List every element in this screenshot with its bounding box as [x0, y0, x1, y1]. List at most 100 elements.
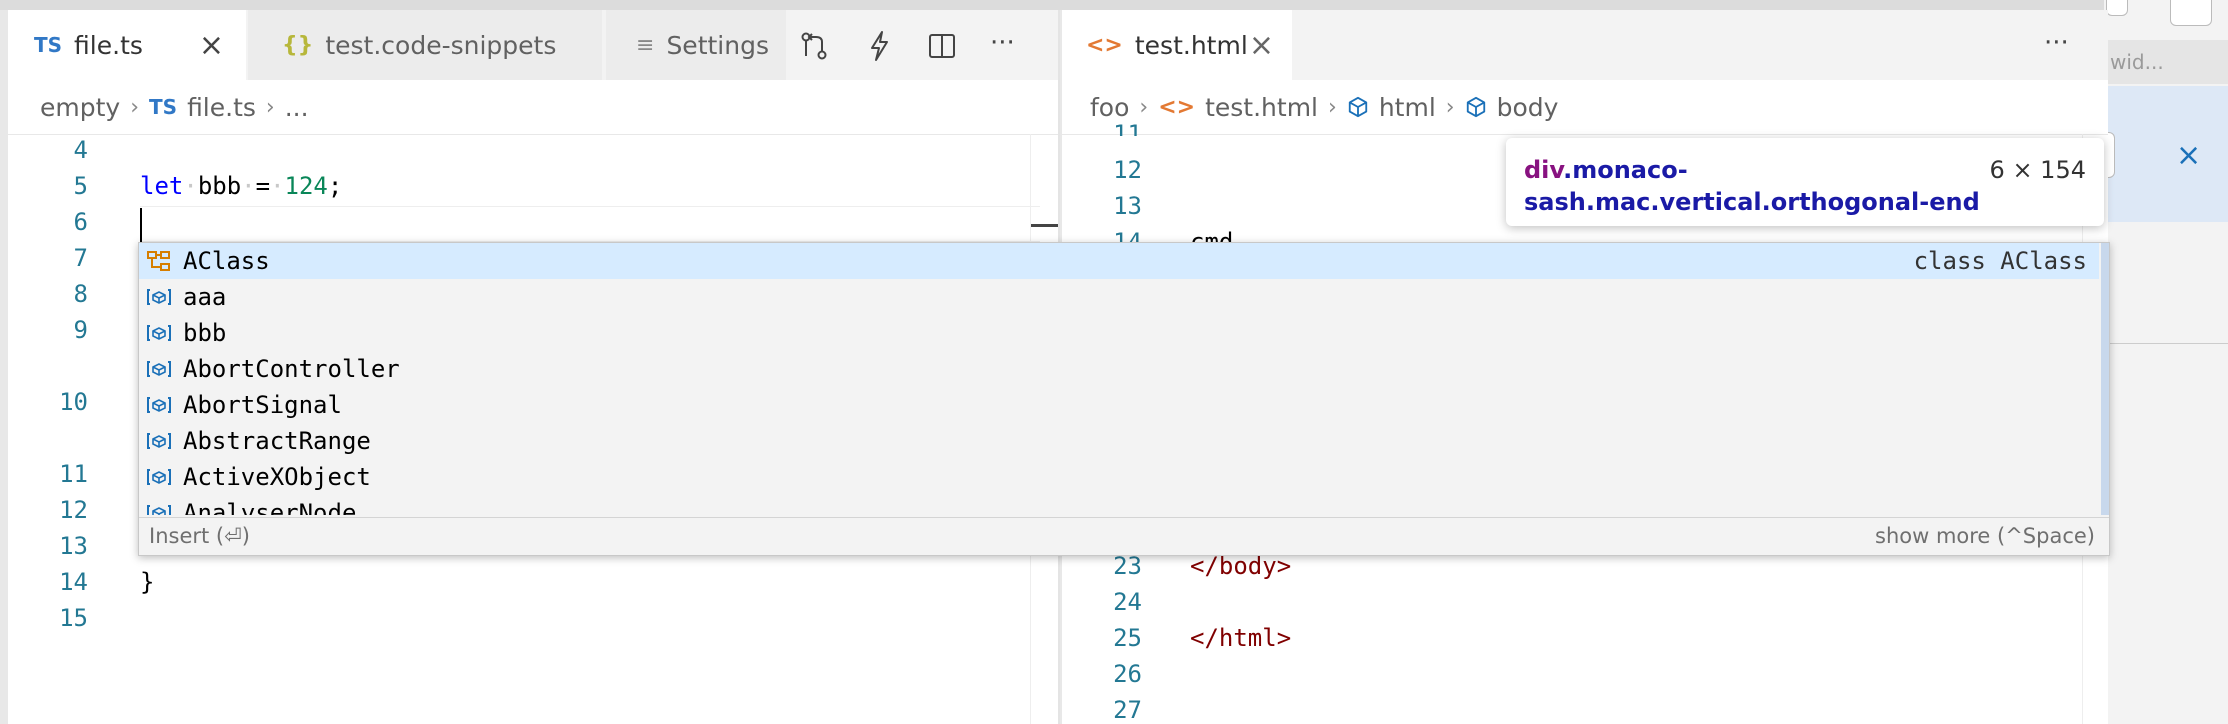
breadcrumb-root[interactable]: empty — [40, 93, 120, 122]
settings-lines-icon: ≡ — [636, 32, 655, 58]
line-number: 8 — [73, 280, 88, 308]
breadcrumb-root[interactable]: foo — [1090, 93, 1129, 122]
element-dimensions: 6 × 154 — [1989, 156, 2086, 184]
background-tab-label[interactable]: wid... — [2110, 50, 2164, 74]
background-divider — [2104, 343, 2228, 344]
variable-icon — [145, 429, 173, 453]
suggest-item[interactable]: AbortSignal — [139, 387, 2099, 423]
html-icon: <> — [1158, 94, 1196, 120]
breadcrumb-file[interactable]: test.html — [1205, 93, 1318, 122]
suggest-item[interactable]: bbb — [139, 315, 2099, 351]
element-selector: div.monaco-sash.mac.vertical.orthogonal-… — [1524, 154, 1994, 218]
suggest-item-label: AbortSignal — [183, 391, 342, 419]
tab-label: test.code-snippets — [325, 30, 557, 60]
more-actions-icon[interactable]: ··· — [2044, 28, 2069, 58]
identifier: bbb — [197, 172, 242, 200]
suggest-item-detail: class AClass — [1913, 247, 2087, 275]
class-icon — [145, 249, 173, 273]
inspect-tooltip: div.monaco-sash.mac.vertical.orthogonal-… — [1506, 138, 2104, 226]
suggest-list: AClass class AClass aaa bbb AbortControl… — [139, 243, 2099, 515]
suggest-widget: AClass class AClass aaa bbb AbortControl… — [138, 242, 2110, 556]
source-control-icon[interactable] — [798, 30, 830, 62]
close-icon[interactable]: × — [1249, 28, 1274, 63]
tab-settings[interactable]: ≡ Settings — [606, 10, 786, 80]
variable-icon — [145, 393, 173, 417]
line-number: 13 — [1113, 192, 1142, 220]
background-button-1[interactable] — [2106, 0, 2128, 16]
tab-test-code-snippets[interactable]: {} test.code-snippets — [248, 10, 602, 80]
breadcrumb-divider — [1062, 134, 2108, 135]
tab-label: Settings — [666, 30, 769, 60]
suggest-item-label: ActiveXObject — [183, 463, 371, 491]
chevron-right-icon: › — [1328, 94, 1337, 120]
line-number: 11 — [1113, 120, 1142, 136]
variable-icon — [145, 501, 173, 515]
suggest-item[interactable]: AnalyserNode — [139, 495, 2099, 515]
line-number: 24 — [1113, 588, 1142, 616]
suggest-item[interactable]: aaa — [139, 279, 2099, 315]
tab-label: test.html — [1134, 30, 1248, 60]
right-tab-bar: <> test.html × ··· — [1062, 10, 2108, 80]
line-number: 15 — [59, 604, 88, 632]
html-icon: <> — [1086, 32, 1123, 58]
tab-test-html[interactable]: <> test.html × — [1062, 10, 1292, 80]
suggest-status-bar: Insert (⏎) show more (^Space) — [139, 517, 2109, 553]
line-number: 26 — [1113, 660, 1142, 688]
suggest-show-more[interactable]: show more (^Space) — [1875, 524, 2095, 548]
line-number: 10 — [59, 388, 88, 416]
breadcrumb-file[interactable]: file.ts — [187, 93, 256, 122]
close-icon[interactable]: × — [199, 28, 224, 63]
chevron-right-icon: › — [265, 94, 275, 120]
background-window: wid... × — [2104, 0, 2228, 724]
line-number: 14 — [59, 568, 88, 596]
typescript-icon: TS — [34, 33, 63, 57]
breadcrumb-element-html[interactable]: html — [1379, 93, 1436, 122]
split-editor-icon[interactable] — [926, 30, 958, 62]
variable-icon — [145, 285, 173, 309]
breadcrumb: foo › <> test.html › html › body — [1090, 80, 1558, 134]
cube-icon — [1466, 96, 1485, 118]
line-number: 7 — [73, 244, 88, 272]
code-body-close[interactable]: </body> — [1190, 552, 1291, 580]
variable-icon — [145, 321, 173, 345]
tab-label: file.ts — [74, 30, 143, 60]
suggest-item[interactable]: ActiveXObject — [139, 459, 2099, 495]
line-number: 6 — [73, 208, 88, 236]
breadcrumb: empty › TS file.ts › ... — [40, 80, 309, 134]
code-line-5[interactable]: let·bbb·=·124; — [140, 172, 342, 200]
breadcrumb-more[interactable]: ... — [285, 93, 309, 122]
suggest-item-label: bbb — [183, 319, 227, 347]
background-close-icon[interactable]: × — [2176, 138, 2201, 173]
code-line-14[interactable]: } — [140, 568, 154, 596]
suggest-item[interactable]: AbortController — [139, 351, 2099, 387]
suggest-item-label: AbortController — [183, 355, 400, 383]
background-banner — [2104, 86, 2228, 222]
more-actions-icon[interactable]: ··· — [990, 28, 1015, 58]
chevron-right-icon: › — [1445, 94, 1455, 120]
suggest-item-label: aaa — [183, 283, 227, 311]
background-button-2[interactable] — [2170, 0, 2212, 26]
line-number: 27 — [1113, 696, 1142, 724]
keyword-let: let — [140, 172, 184, 200]
suggest-item-label: AClass — [183, 247, 270, 275]
suggest-item-label: AbstractRange — [183, 427, 371, 455]
line-number: 5 — [73, 172, 88, 200]
suggest-scrollbar[interactable] — [2101, 243, 2109, 515]
line-number: 23 — [1113, 552, 1142, 580]
current-line-highlight — [140, 206, 1040, 242]
suggest-item[interactable]: AClass class AClass — [139, 243, 2099, 279]
tab-file-ts[interactable]: TS file.ts × — [8, 10, 246, 80]
typescript-icon: TS — [149, 95, 178, 119]
breadcrumb-divider — [8, 134, 1060, 135]
suggest-item[interactable]: AbstractRange — [139, 423, 2099, 459]
line-number: 12 — [59, 496, 88, 524]
breadcrumb-element-body[interactable]: body — [1497, 93, 1559, 122]
lightning-icon[interactable] — [864, 30, 894, 62]
code-html-close[interactable]: </html> — [1190, 624, 1291, 652]
number-literal: 124 — [284, 172, 328, 200]
line-number: 25 — [1113, 624, 1142, 652]
braces-icon: {} — [282, 32, 314, 58]
line-number: 4 — [73, 136, 88, 164]
suggest-insert-hint: Insert (⏎) — [149, 523, 250, 548]
operator: = — [255, 172, 271, 200]
